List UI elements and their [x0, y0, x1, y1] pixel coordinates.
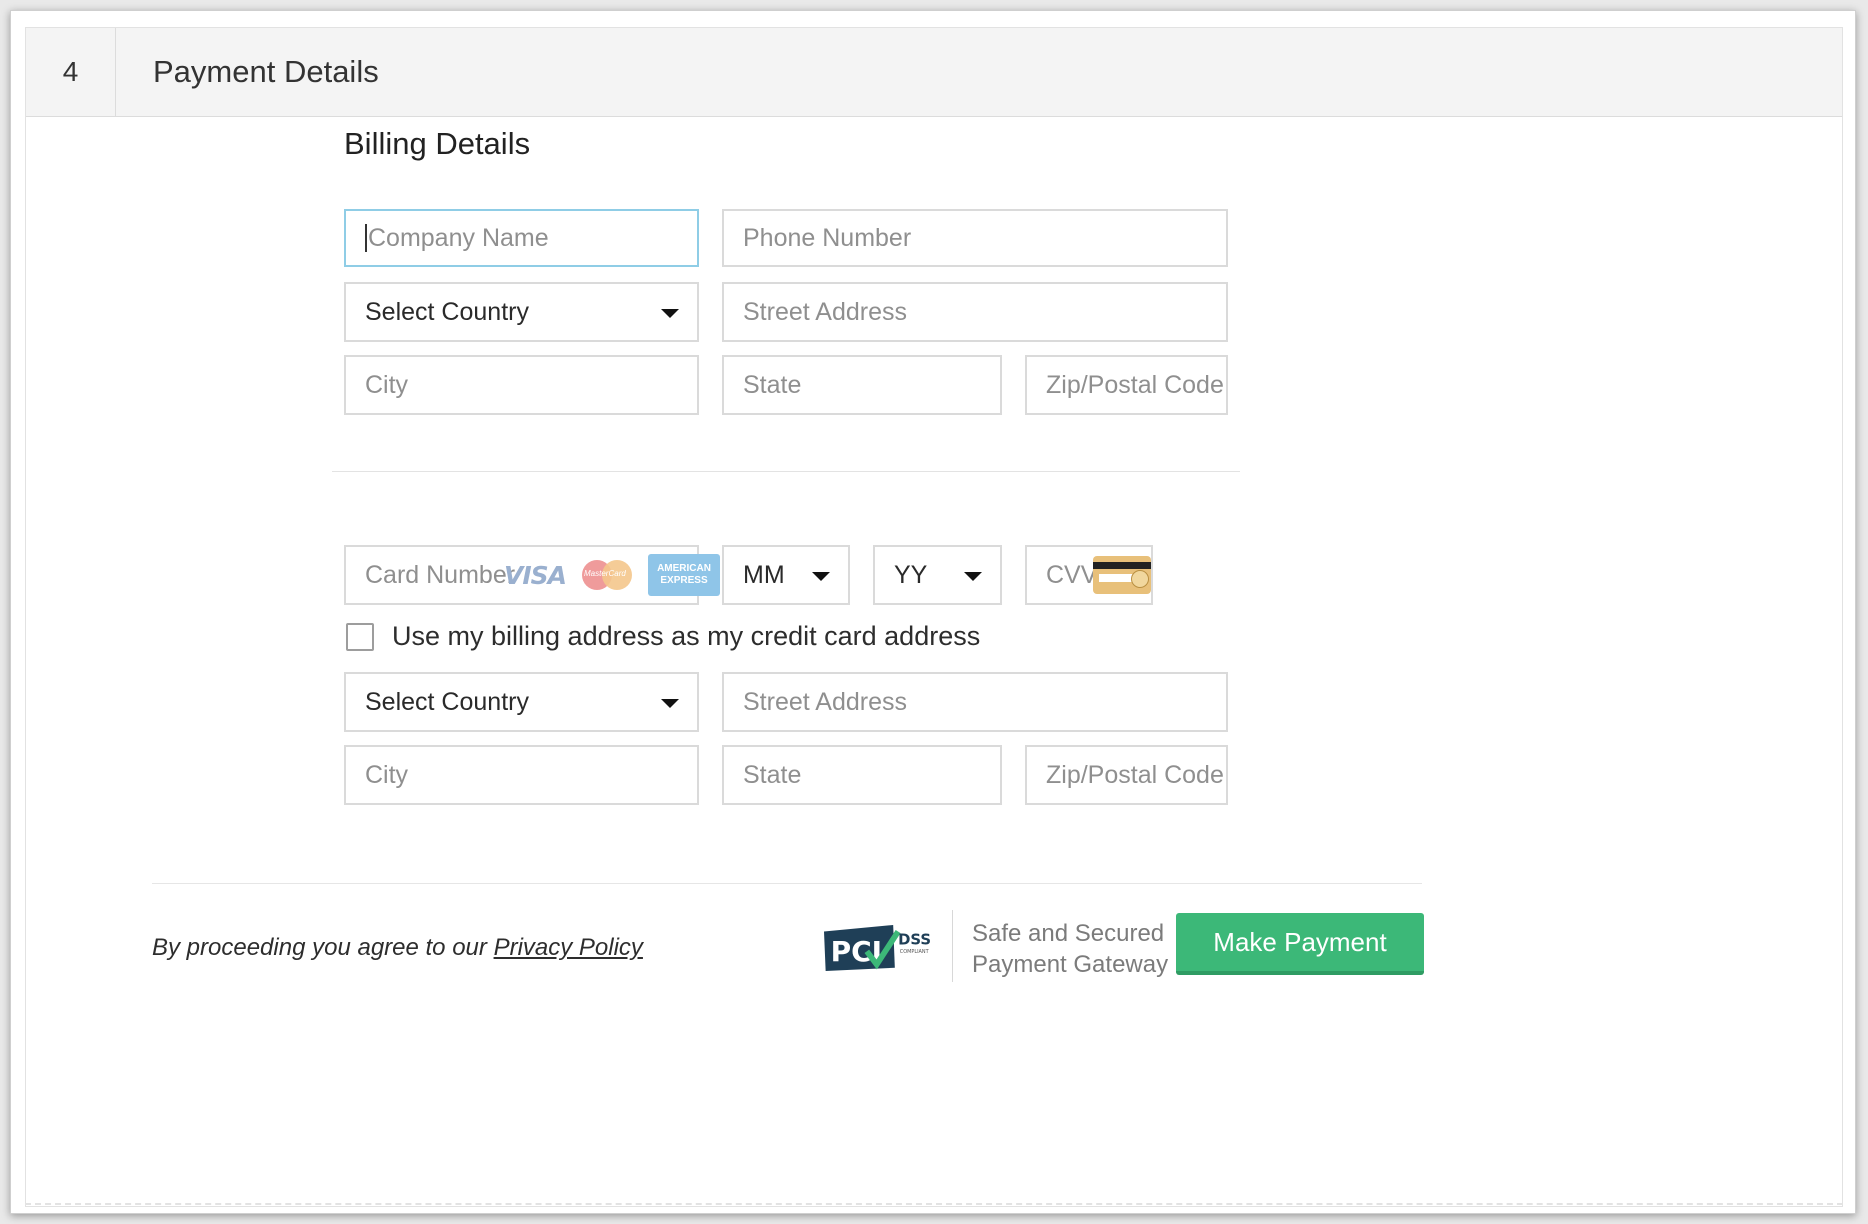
card-state-placeholder: State [743, 760, 802, 789]
secure-line-1: Safe and Secured [972, 920, 1165, 947]
phone-number-input[interactable]: Phone Number [722, 209, 1228, 267]
panel-bottom-edge [25, 1203, 1843, 1205]
section-divider [332, 471, 1240, 472]
payment-details-panel: 4 Payment Details Billing Details Compan… [25, 27, 1843, 1207]
visa-logo: VISA [504, 560, 567, 590]
expiry-year-value: YY [894, 560, 928, 589]
card-zip-input[interactable]: Zip/Postal Code [1025, 745, 1228, 805]
privacy-policy-link[interactable]: Privacy Policy [494, 934, 643, 961]
billing-zip-placeholder: Zip/Postal Code [1046, 370, 1224, 399]
chevron-down-icon [812, 572, 830, 581]
accepted-cards: VISA MasterCard AMERICAN EXPRESS [504, 554, 721, 596]
pci-dss-logo: PCI DSS COMPLIANT [824, 924, 931, 972]
mastercard-logo: MasterCard [582, 560, 633, 590]
billing-street-placeholder: Street Address [743, 297, 907, 326]
billing-state-placeholder: State [743, 370, 802, 399]
card-street-input[interactable]: Street Address [722, 672, 1228, 732]
chevron-down-icon [661, 699, 679, 708]
billing-country-value: Select Country [365, 297, 529, 326]
billing-details-title: Billing Details [344, 126, 531, 161]
agreement-text: By proceeding you agree to our [152, 934, 494, 961]
mastercard-logo-text: MasterCard [584, 569, 626, 578]
card-number-placeholder: Card Number [365, 560, 516, 589]
billing-zip-input[interactable]: Zip/Postal Code [1025, 355, 1228, 415]
expiry-month-value: MM [743, 560, 785, 589]
secure-line-2: Payment Gateway [972, 951, 1169, 978]
pci-dss-text: DSS [898, 932, 931, 949]
cvv-placeholder: CVV [1046, 560, 1098, 589]
amex-line-1: AMERICAN [657, 563, 711, 574]
pci-compliant-text: COMPLIANT [900, 949, 930, 955]
expiry-month-select[interactable]: MM [722, 545, 850, 605]
step-number: 4 [26, 28, 116, 116]
section-header: 4 Payment Details [26, 28, 1842, 117]
expiry-year-select[interactable]: YY [873, 545, 1002, 605]
card-street-placeholder: Street Address [743, 687, 907, 716]
use-billing-address-label[interactable]: Use my billing address as my credit card… [392, 621, 980, 652]
secure-gateway-text: Safe and Secured Payment Gateway [972, 918, 1168, 980]
amex-logo: AMERICAN EXPRESS [648, 554, 721, 596]
billing-city-input[interactable]: City [344, 355, 699, 415]
text-cursor [365, 224, 367, 252]
card-zip-placeholder: Zip/Postal Code [1046, 760, 1224, 789]
use-billing-address-row[interactable]: Use my billing address as my credit card… [346, 621, 980, 652]
company-name-input[interactable]: Company Name [344, 209, 699, 267]
chevron-down-icon [661, 309, 679, 318]
credit-card-back-icon [1093, 556, 1151, 594]
billing-street-input[interactable]: Street Address [722, 282, 1228, 342]
browser-frame: 4 Payment Details Billing Details Compan… [10, 10, 1856, 1214]
card-state-input[interactable]: State [722, 745, 1002, 805]
card-number-input[interactable]: Card Number VISA MasterCard AMERICAN EXP… [344, 545, 721, 605]
amex-line-2: EXPRESS [660, 575, 708, 586]
section-title: Payment Details [153, 54, 379, 89]
card-country-select[interactable]: Select Country [344, 672, 699, 732]
phone-number-placeholder: Phone Number [743, 223, 912, 252]
company-name-placeholder: Company Name [368, 223, 549, 252]
billing-state-input[interactable]: State [722, 355, 1002, 415]
pci-separator [952, 910, 953, 982]
card-country-value: Select Country [365, 687, 529, 716]
cvv-input[interactable]: CVV [1025, 545, 1153, 605]
chevron-down-icon [964, 572, 982, 581]
footer-divider [152, 883, 1422, 884]
make-payment-button[interactable]: Make Payment [1176, 913, 1424, 975]
checkbox-icon[interactable] [346, 622, 374, 651]
billing-city-placeholder: City [365, 370, 409, 399]
card-city-placeholder: City [365, 760, 409, 789]
card-city-input[interactable]: City [344, 745, 699, 805]
billing-country-select[interactable]: Select Country [344, 282, 699, 342]
privacy-agreement: By proceeding you agree to our Privacy P… [152, 934, 643, 962]
